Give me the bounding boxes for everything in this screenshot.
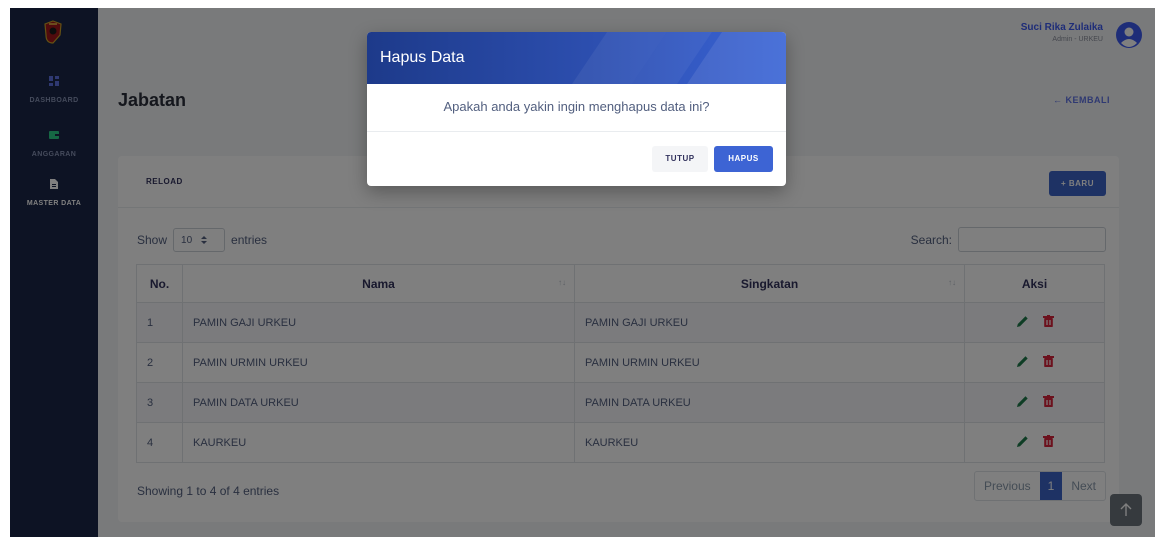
modal-header: Hapus Data [367, 32, 786, 84]
delete-confirm-modal: Hapus Data Apakah anda yakin ingin mengh… [367, 32, 786, 186]
app-frame: DASHBOARD ANGGARAN MASTER DATA Suci Rika… [10, 8, 1155, 537]
delete-confirm-button[interactable]: HAPUS [714, 146, 773, 172]
modal-title: Hapus Data [380, 49, 465, 66]
close-button[interactable]: TUTUP [652, 146, 708, 172]
modal-message: Apakah anda yakin ingin menghapus data i… [367, 84, 786, 132]
modal-footer: TUTUP HAPUS [367, 132, 786, 186]
